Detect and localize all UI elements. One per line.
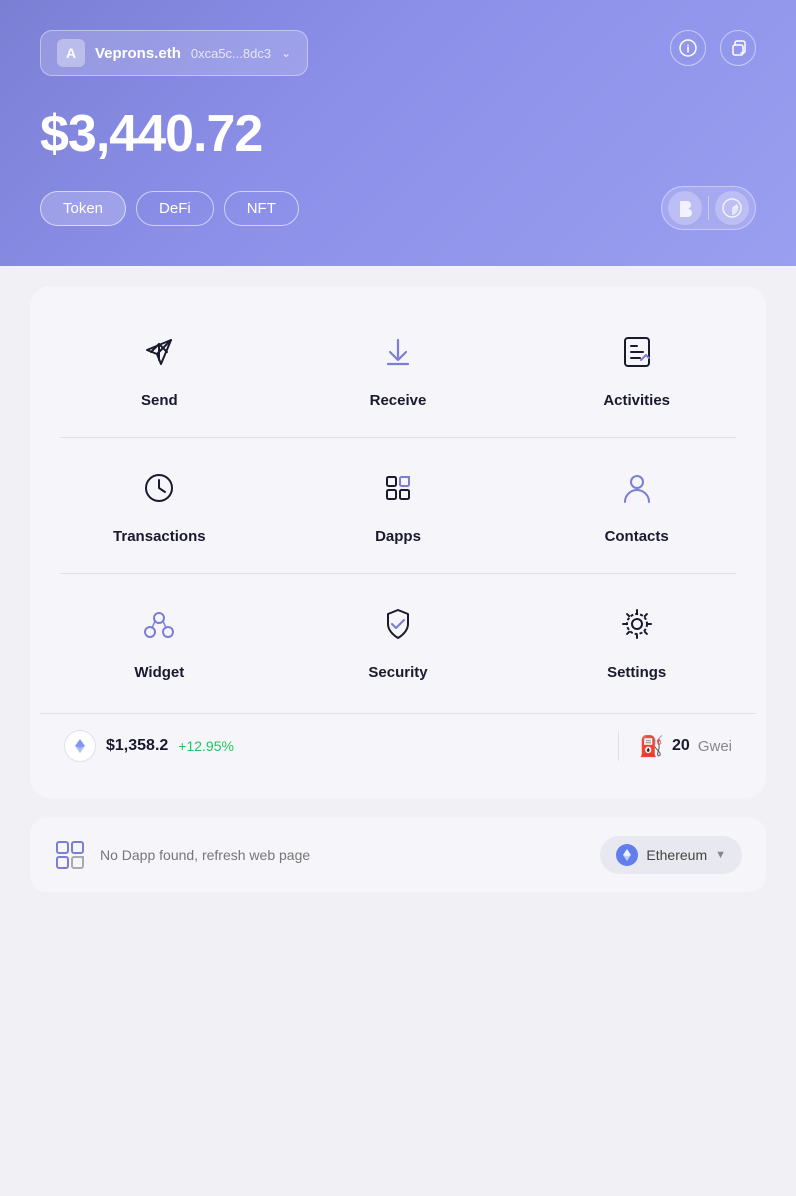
wallet-avatar: A — [57, 39, 85, 67]
header-actions: i — [670, 30, 756, 66]
send-label: Send — [141, 392, 178, 409]
protocol-b-logo[interactable] — [668, 191, 702, 225]
dapps-icon — [372, 462, 424, 514]
actions-grid-2: Transactions Dapps — [40, 442, 756, 569]
hero-section: A Veprons.eth 0xca5c...8dc3 ⌄ i $3,440.7… — [0, 0, 796, 266]
receive-button[interactable]: Receive — [279, 306, 518, 433]
gas-section: ⛽ 20 Gwei — [639, 734, 732, 759]
address-bar[interactable]: A Veprons.eth 0xca5c...8dc3 ⌄ — [40, 30, 308, 76]
actions-grid: Send Receive — [40, 306, 756, 433]
contacts-icon — [611, 462, 663, 514]
protocol-chart-logo[interactable] — [715, 191, 749, 225]
dapps-button[interactable]: Dapps — [279, 442, 518, 569]
contacts-button[interactable]: Contacts — [517, 442, 756, 569]
main-card: Send Receive — [30, 286, 766, 798]
activities-icon — [611, 326, 663, 378]
info-button[interactable]: i — [670, 30, 706, 66]
send-button[interactable]: Send — [40, 306, 279, 433]
activities-label: Activities — [603, 392, 670, 409]
gas-value: 20 — [672, 737, 690, 755]
network-chevron-icon: ▼ — [715, 849, 726, 861]
settings-button[interactable]: Settings — [517, 578, 756, 705]
asset-tabs: Token DeFi NFT — [40, 191, 299, 226]
dapp-message: No Dapp found, refresh web page — [100, 847, 310, 863]
wallet-balance: $3,440.72 — [40, 104, 756, 164]
send-icon — [133, 326, 185, 378]
security-button[interactable]: Security — [279, 578, 518, 705]
transactions-button[interactable]: Transactions — [40, 442, 279, 569]
activities-button[interactable]: Activities — [517, 306, 756, 433]
dapp-info: No Dapp found, refresh web page — [54, 839, 310, 871]
svg-text:i: i — [686, 44, 689, 56]
tab-token[interactable]: Token — [40, 191, 126, 226]
security-icon — [372, 598, 424, 650]
receive-label: Receive — [370, 392, 427, 409]
eth-change: +12.95% — [178, 738, 234, 754]
ethereum-logo — [616, 844, 638, 866]
transactions-icon — [133, 462, 185, 514]
receive-icon — [372, 326, 424, 378]
widget-label: Widget — [134, 664, 184, 681]
gas-icon: ⛽ — [639, 734, 664, 759]
grid-divider-1 — [60, 437, 736, 438]
network-name: Ethereum — [646, 847, 707, 863]
tab-nft[interactable]: NFT — [224, 191, 299, 226]
dapp-grid-icon — [54, 839, 86, 871]
tab-defi[interactable]: DeFi — [136, 191, 214, 226]
actions-grid-3: Widget Security Settings — [40, 578, 756, 705]
info-divider — [618, 731, 619, 761]
security-label: Security — [368, 664, 427, 681]
logo-divider — [708, 196, 709, 220]
wallet-name: Veprons.eth — [95, 45, 181, 62]
widget-icon — [133, 598, 185, 650]
copy-button[interactable] — [720, 30, 756, 66]
address-chevron-icon: ⌄ — [281, 46, 291, 60]
eth-price: $1,358.2 — [106, 737, 168, 755]
network-selector[interactable]: Ethereum ▼ — [600, 836, 742, 874]
dapp-bar: No Dapp found, refresh web page Ethereum… — [30, 818, 766, 892]
grid-divider-2 — [60, 573, 736, 574]
tabs-row: Token DeFi NFT — [40, 186, 756, 230]
info-bar: $1,358.2 +12.95% ⛽ 20 Gwei — [40, 713, 756, 778]
settings-icon — [611, 598, 663, 650]
settings-label: Settings — [607, 664, 666, 681]
eth-price-section: $1,358.2 +12.95% — [64, 730, 598, 762]
eth-logo — [64, 730, 96, 762]
transactions-label: Transactions — [113, 528, 206, 545]
widget-button[interactable]: Widget — [40, 578, 279, 705]
gas-unit: Gwei — [698, 738, 732, 755]
wallet-address: 0xca5c...8dc3 — [191, 46, 271, 61]
dapps-label: Dapps — [375, 528, 421, 545]
protocol-logos — [661, 186, 756, 230]
contacts-label: Contacts — [605, 528, 669, 545]
